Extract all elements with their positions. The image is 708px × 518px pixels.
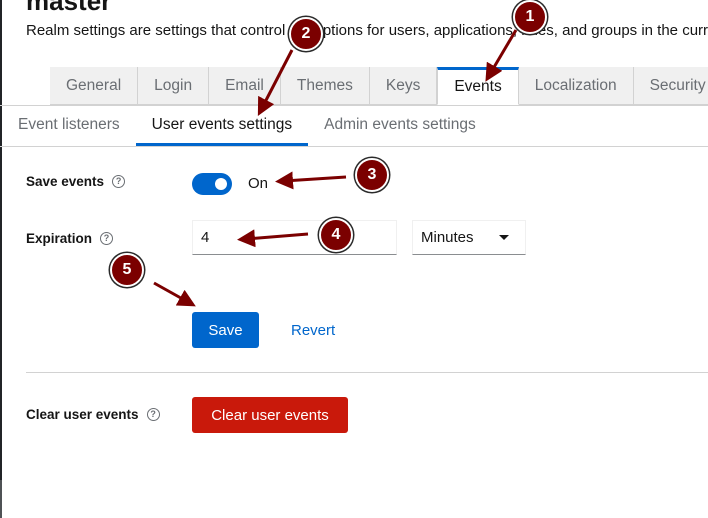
page-title: master	[26, 0, 112, 16]
section-divider	[26, 372, 708, 373]
revert-button[interactable]: Revert	[278, 312, 348, 348]
page-description: Realm settings are settings that control…	[26, 22, 708, 39]
help-icon[interactable]: ?	[112, 175, 126, 188]
expiration-input[interactable]	[192, 220, 397, 255]
caret-down-icon	[499, 235, 509, 240]
clear-user-events-button[interactable]: Clear user events	[192, 397, 348, 433]
tab-login[interactable]: Login	[138, 67, 210, 105]
arrow-3	[275, 171, 347, 190]
tab-email[interactable]: Email	[209, 67, 281, 105]
save-events-toggle[interactable]	[192, 173, 232, 195]
subtab-event-listeners[interactable]: Event listeners	[0, 106, 136, 146]
expiration-unit-select[interactable]: Minutes	[412, 220, 526, 255]
subtab-admin-events-settings[interactable]: Admin events settings	[308, 106, 492, 146]
subtab-user-events-settings[interactable]: User events settings	[135, 106, 309, 146]
realm-settings-tabs: General Login Email Themes Keys Events L…	[50, 67, 708, 105]
subtabs-divider	[0, 146, 708, 147]
expiration-unit-value: Minutes	[421, 229, 474, 246]
expiration-label-group: Expiration ?	[26, 231, 114, 246]
callout-1: 1	[513, 0, 547, 34]
events-subtabs: Event listeners User events settings Adm…	[0, 106, 492, 146]
expiration-label: Expiration	[26, 231, 93, 246]
tab-events[interactable]: Events	[437, 67, 519, 105]
callout-2: 2	[289, 17, 323, 51]
sidebar-edge-lower	[0, 480, 2, 518]
clear-events-label-group: Clear user events ?	[26, 407, 160, 422]
clear-user-events-label: Clear user events	[26, 407, 139, 422]
tab-themes[interactable]: Themes	[280, 67, 370, 105]
tab-localization[interactable]: Localization	[518, 67, 634, 105]
save-button[interactable]: Save	[192, 312, 259, 348]
save-events-label-group: Save events ?	[26, 174, 126, 189]
help-icon[interactable]: ?	[146, 408, 160, 421]
tab-general[interactable]: General	[50, 67, 139, 105]
tab-keys[interactable]: Keys	[369, 67, 438, 105]
help-icon[interactable]: ?	[100, 232, 114, 245]
tab-security[interactable]: Security	[633, 67, 708, 105]
callout-3: 3	[355, 158, 389, 192]
callout-5: 5	[110, 253, 144, 287]
callout-4: 4	[319, 218, 353, 252]
save-events-label: Save events	[26, 174, 105, 189]
sidebar-edge	[0, 0, 2, 518]
toggle-knob	[215, 178, 227, 190]
arrow-5	[153, 281, 196, 307]
save-events-state: On	[248, 175, 269, 192]
